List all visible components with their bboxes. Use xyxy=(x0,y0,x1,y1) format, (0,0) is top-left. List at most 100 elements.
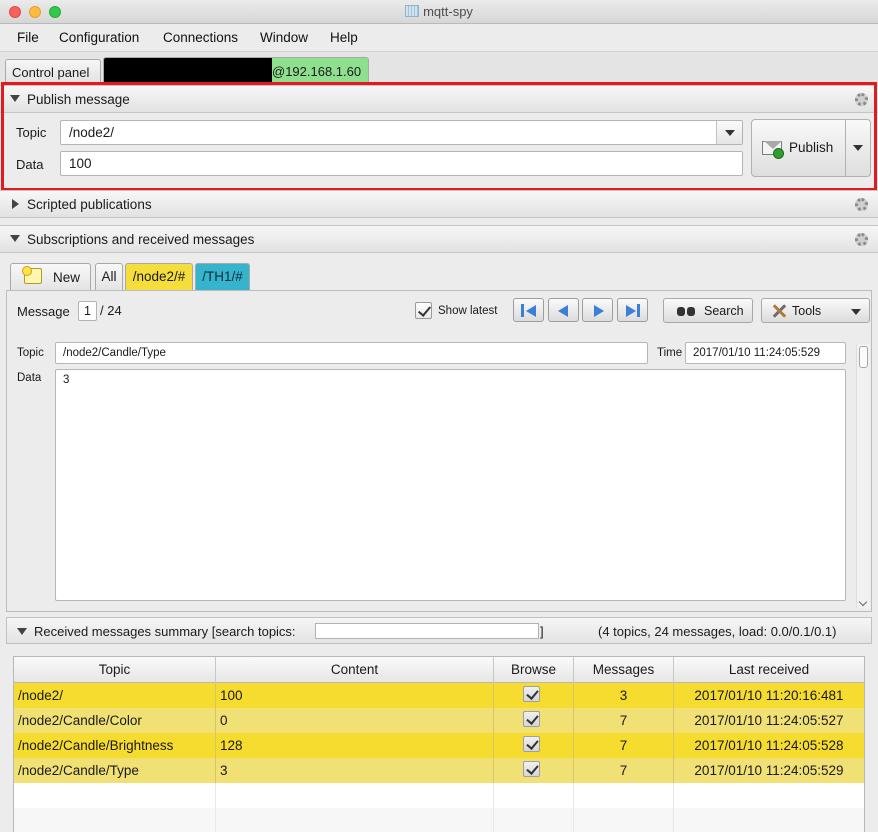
connection-host-label: @192.168.1.60 xyxy=(272,64,362,79)
publish-options-dropdown[interactable] xyxy=(845,119,871,177)
publish-pane-header[interactable]: Publish message xyxy=(0,85,878,113)
menu-connections[interactable]: Connections xyxy=(163,30,238,45)
publish-data-field[interactable]: 100 xyxy=(60,151,743,176)
cell-topic: /node2/Candle/Color xyxy=(14,708,216,733)
menu-help[interactable]: Help xyxy=(330,30,358,45)
message-index-field[interactable]: 1 xyxy=(78,301,97,321)
message-time-field[interactable]: 2017/01/10 11:24:05:529 xyxy=(685,342,846,364)
table-row[interactable]: /node2/Candle/Brightness 128 7 2017/01/10 1… xyxy=(14,733,864,758)
table-row[interactable]: /node2/100 3 2017/01/10 11:20:16:481 xyxy=(14,683,864,708)
cell-content: 0 xyxy=(216,708,494,733)
cell-messages: 7 xyxy=(574,733,674,758)
summary-search-input[interactable] xyxy=(315,623,539,639)
column-header-last-received[interactable]: Last received xyxy=(674,657,864,683)
table-row xyxy=(14,783,864,808)
cell-content: 100 xyxy=(216,683,494,708)
expand-triangle-icon[interactable] xyxy=(12,199,19,209)
message-data-area[interactable]: 3 xyxy=(55,369,846,601)
scroll-down-icon[interactable] xyxy=(858,597,868,607)
cell-messages: 7 xyxy=(574,758,674,783)
tab-control-panel[interactable]: Control panel xyxy=(5,59,101,83)
cell-topic xyxy=(14,808,216,832)
tab-connection[interactable]: @192.168.1.60 xyxy=(103,57,369,83)
tab-subscription-all[interactable]: All xyxy=(95,263,123,290)
summary-table: Topic Content Browse Messages Last recei… xyxy=(13,656,865,832)
message-data-label: Data xyxy=(17,372,42,384)
publish-topic-combo[interactable]: /node2/ xyxy=(60,120,743,145)
publish-button-label: Publish xyxy=(789,140,834,155)
message-scrollbar[interactable] xyxy=(856,344,870,608)
tools-icon xyxy=(771,303,787,319)
scripted-pane-title: Scripted publications xyxy=(27,197,152,212)
scrollbar-thumb[interactable] xyxy=(859,346,868,368)
cell-topic: /node2/Candle/Type xyxy=(14,758,216,783)
cell-messages: 7 xyxy=(574,708,674,733)
summary-title-close: ] xyxy=(540,624,544,639)
new-subscription-button[interactable]: New xyxy=(10,263,91,290)
window-title: mqtt-spy xyxy=(423,4,473,19)
next-arrow-icon xyxy=(594,305,604,317)
previous-arrow-icon xyxy=(558,305,568,317)
table-row[interactable]: /node2/Candle/Color 0 7 2017/01/10 11:24:05… xyxy=(14,708,864,733)
cell-last-received xyxy=(674,783,864,808)
previous-message-button[interactable] xyxy=(548,298,579,322)
collapse-triangle-icon[interactable] xyxy=(10,95,20,102)
show-latest-checkbox[interactable] xyxy=(415,302,432,319)
new-subscription-icon xyxy=(22,266,42,284)
column-header-browse[interactable]: Browse xyxy=(494,657,574,683)
window-title-wrap: mqtt-spy xyxy=(0,4,878,19)
cell-browse[interactable] xyxy=(494,733,574,758)
cell-last-received: 2017/01/10 11:20:16:481 xyxy=(694,688,844,703)
next-message-button[interactable] xyxy=(582,298,613,322)
message-label: Message xyxy=(17,304,70,319)
cell-topic: /node2/ xyxy=(14,683,216,708)
last-message-button[interactable] xyxy=(617,298,648,322)
cell-browse[interactable] xyxy=(494,708,574,733)
tools-menu-button[interactable]: Tools xyxy=(761,298,870,323)
subscriptions-pane-header[interactable]: Subscriptions and received messages xyxy=(0,225,878,253)
gear-icon[interactable] xyxy=(855,93,868,106)
app-icon xyxy=(405,5,420,17)
menu-window[interactable]: Window xyxy=(260,30,308,45)
message-topic-field[interactable]: /node2/Candle/Type xyxy=(55,342,648,364)
binoculars-icon xyxy=(677,304,695,318)
cell-browse[interactable] xyxy=(494,783,574,808)
cell-content xyxy=(216,808,494,832)
browse-checkbox[interactable] xyxy=(523,686,540,702)
column-header-messages[interactable]: Messages xyxy=(574,657,674,683)
publish-data-label: Data xyxy=(16,157,44,172)
cell-messages xyxy=(574,783,674,808)
new-subscription-label: New xyxy=(53,270,81,285)
gear-icon[interactable] xyxy=(855,198,868,211)
gear-icon[interactable] xyxy=(855,233,868,246)
cell-messages: 3 xyxy=(574,683,674,708)
menu-configuration[interactable]: Configuration xyxy=(59,30,139,45)
cell-browse[interactable] xyxy=(494,808,574,832)
cell-browse[interactable] xyxy=(494,683,574,708)
search-button[interactable]: Search xyxy=(663,298,753,323)
browse-checkbox[interactable] xyxy=(523,761,540,777)
column-header-content[interactable]: Content xyxy=(216,657,494,683)
cell-last-received: 2017/01/10 11:24:05:527 xyxy=(694,713,844,728)
collapse-triangle-icon[interactable] xyxy=(17,628,27,635)
publish-button[interactable]: Publish xyxy=(751,119,846,177)
tab-subscription-th1[interactable]: /TH1/# xyxy=(195,263,250,290)
browse-checkbox[interactable] xyxy=(523,711,540,727)
table-row[interactable]: /node2/Candle/Type 3 7 2017/01/10 11:24:05:… xyxy=(14,758,864,783)
publish-pane-title: Publish message xyxy=(27,92,130,107)
summary-stats: (4 topics, 24 messages, load: 0.0/0.1/0.… xyxy=(598,624,837,639)
first-icon-bar xyxy=(521,304,524,317)
first-message-button[interactable] xyxy=(513,298,544,322)
chevron-down-icon xyxy=(851,309,861,315)
browse-checkbox[interactable] xyxy=(523,736,540,752)
collapse-triangle-icon[interactable] xyxy=(10,235,20,242)
tab-subscription-node2[interactable]: /node2/# xyxy=(125,263,193,290)
menu-bar: File Configuration Connections Window He… xyxy=(0,25,878,52)
scripted-pane-header[interactable]: Scripted publications xyxy=(0,190,878,218)
column-header-topic[interactable]: Topic xyxy=(14,657,216,683)
chevron-down-icon[interactable] xyxy=(716,121,742,144)
search-button-label: Search xyxy=(704,304,744,318)
summary-table-header: Topic Content Browse Messages Last recei… xyxy=(14,657,864,683)
cell-browse[interactable] xyxy=(494,758,574,783)
menu-file[interactable]: File xyxy=(17,30,39,45)
